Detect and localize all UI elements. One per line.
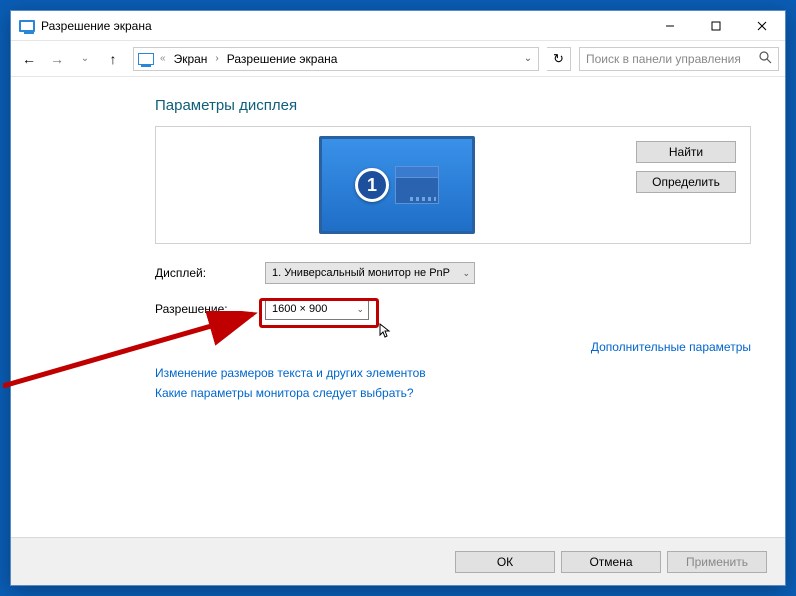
navigation-bar: ← → ⌄ ↑ « Экран › Разрешение экрана ⌄ ↻ … bbox=[11, 41, 785, 77]
find-button[interactable]: Найти bbox=[636, 141, 736, 163]
monitor-preview-frame: 1 Найти Определить bbox=[155, 126, 751, 244]
breadcrumb-page[interactable]: Разрешение экрана bbox=[225, 52, 340, 66]
monitor-icon: 1 bbox=[319, 136, 475, 234]
resolution-value: 1600 × 900 bbox=[272, 303, 327, 315]
address-dropdown[interactable]: ⌄ bbox=[520, 53, 536, 64]
screen-icon bbox=[19, 20, 35, 32]
display-label: Дисплей: bbox=[155, 266, 265, 280]
display-dropdown[interactable]: 1. Универсальный монитор не PnP ⌄ bbox=[265, 262, 475, 284]
forward-button[interactable]: → bbox=[45, 47, 69, 71]
resolution-label: Разрешение: bbox=[155, 302, 265, 316]
chevron-down-icon: ⌄ bbox=[356, 304, 364, 315]
cancel-button[interactable]: Отмена bbox=[561, 551, 661, 573]
identify-button[interactable]: Определить bbox=[636, 171, 736, 193]
content-area: Параметры дисплея 1 Найти Определить Дис… bbox=[11, 77, 785, 420]
dialog-footer: ОК Отмена Применить bbox=[11, 537, 785, 585]
chevron-down-icon: ⌄ bbox=[462, 268, 470, 279]
monitor-number-badge: 1 bbox=[355, 168, 389, 202]
window-title: Разрешение экрана bbox=[41, 19, 647, 33]
back-button[interactable]: ← bbox=[17, 47, 41, 71]
screen-icon bbox=[138, 53, 154, 65]
window-frame: Разрешение экрана ← → ⌄ ↑ « Экран › Разр… bbox=[10, 10, 786, 586]
monitor-preview[interactable]: 1 bbox=[170, 141, 624, 229]
refresh-button[interactable]: ↻ bbox=[547, 47, 571, 71]
search-icon bbox=[759, 51, 772, 67]
text-size-link[interactable]: Изменение размеров текста и других элеме… bbox=[155, 366, 426, 380]
resolution-dropdown[interactable]: 1600 × 900 ⌄ bbox=[265, 298, 369, 320]
recent-dropdown[interactable]: ⌄ bbox=[73, 47, 97, 71]
search-placeholder: Поиск в панели управления bbox=[586, 52, 759, 66]
search-input[interactable]: Поиск в панели управления bbox=[579, 47, 779, 71]
minimize-button[interactable] bbox=[647, 11, 693, 41]
ok-button[interactable]: ОК bbox=[455, 551, 555, 573]
up-button[interactable]: ↑ bbox=[101, 47, 125, 71]
apply-button: Применить bbox=[667, 551, 767, 573]
chevron-right-icon: › bbox=[215, 53, 218, 64]
address-bar[interactable]: « Экран › Разрешение экрана ⌄ bbox=[133, 47, 539, 71]
titlebar: Разрешение экрана bbox=[11, 11, 785, 41]
advanced-settings-link[interactable]: Дополнительные параметры bbox=[591, 340, 751, 354]
maximize-button[interactable] bbox=[693, 11, 739, 41]
display-value: 1. Универсальный монитор не PnP bbox=[272, 267, 450, 279]
page-heading: Параметры дисплея bbox=[155, 97, 751, 114]
help-link[interactable]: Какие параметры монитора следует выбрать… bbox=[155, 386, 414, 400]
breadcrumb-root[interactable]: Экран bbox=[172, 52, 210, 66]
monitor-grid-icon bbox=[395, 166, 439, 204]
chevron-left-icon: « bbox=[160, 53, 166, 64]
close-button[interactable] bbox=[739, 11, 785, 41]
